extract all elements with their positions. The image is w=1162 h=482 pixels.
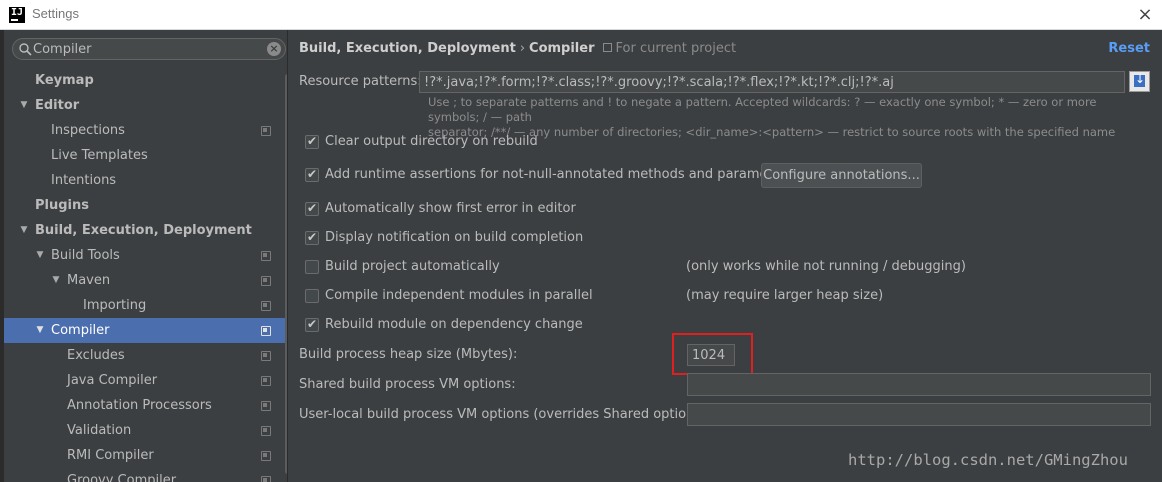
sidebar-item-label: Build, Execution, Deployment: [35, 223, 252, 238]
sidebar-item-label: Live Templates: [51, 148, 148, 163]
breadcrumb: Build, Execution, Deployment › Compiler For…: [299, 41, 736, 56]
sidebar-item-keymap[interactable]: Keymap: [4, 68, 287, 93]
resource-patterns-input[interactable]: [419, 71, 1125, 93]
project-scope-icon: [261, 351, 271, 361]
project-scope-icon: [261, 126, 271, 136]
sidebar-item-label: Annotation Processors: [67, 398, 212, 413]
project-scope-icon: [261, 376, 271, 386]
sidebar-item-intentions[interactable]: Intentions: [4, 168, 287, 193]
project-scope-icon: [261, 276, 271, 286]
sidebar-item-java-compiler[interactable]: Java Compiler: [4, 368, 287, 393]
sidebar-item-live-templates[interactable]: Live Templates: [4, 143, 287, 168]
checkbox-checked[interactable]: [305, 134, 319, 149]
scope-label: For current project: [615, 41, 737, 56]
sidebar-item-label: Inspections: [51, 123, 125, 138]
sidebar-item-label: Groovy Compiler: [67, 473, 177, 482]
option-label: Build project automatically: [325, 259, 500, 274]
checkbox-unchecked[interactable]: [305, 260, 319, 274]
sidebar-item-rmi-compiler[interactable]: RMI Compiler: [4, 443, 287, 468]
watermark: http://blog.csdn.net/GMingZhou: [848, 451, 1128, 469]
search-icon: [19, 43, 32, 56]
sidebar-item-label: Plugins: [35, 198, 89, 213]
project-scope-icon: [261, 301, 271, 311]
configure-annotations-button[interactable]: Configure annotations...: [761, 163, 922, 188]
sidebar-item-plugins[interactable]: Plugins: [4, 193, 287, 218]
expand-field-icon[interactable]: [1129, 71, 1150, 92]
sidebar-item-build-tools[interactable]: ▼ Build Tools: [4, 243, 287, 268]
option-label: Compile independent modules in parallel: [325, 288, 593, 303]
resource-patterns-label: Resource patterns:: [299, 74, 422, 89]
option-note: (may require larger heap size): [686, 288, 884, 303]
project-scope-icon: [261, 451, 271, 461]
settings-tree: Keymap ▼ Editor Inspections Live Templates In…: [4, 68, 287, 482]
expand-arrow-icon[interactable]: ▼: [34, 243, 46, 268]
search-box[interactable]: ×: [12, 38, 286, 60]
search-input[interactable]: [33, 40, 263, 58]
checkbox-checked[interactable]: [305, 201, 319, 216]
clear-search-icon[interactable]: ×: [267, 42, 281, 56]
option-label: Display notification on build completion: [325, 230, 584, 245]
sidebar-item-importing[interactable]: Importing: [4, 293, 287, 318]
sidebar-item-label: Compiler: [51, 323, 110, 338]
sidebar-item-label: Editor: [35, 98, 80, 113]
window-title: Settings: [32, 6, 79, 21]
compiler-settings-panel: Build, Execution, Deployment › Compiler For…: [288, 30, 1162, 482]
breadcrumb-current: Compiler: [529, 41, 595, 56]
reset-link[interactable]: Reset: [1108, 41, 1150, 56]
sidebar-item-label: Importing: [83, 298, 147, 313]
heap-size-label: Build process heap size (Mbytes):: [299, 347, 518, 362]
sidebar-item-editor[interactable]: ▼ Editor: [4, 93, 287, 118]
sidebar-item-groovy-compiler[interactable]: Groovy Compiler: [4, 468, 287, 482]
expand-arrow-icon[interactable]: ▼: [18, 93, 30, 118]
project-scope-icon: [261, 476, 271, 482]
title-bar: IJ Settings ×: [0, 0, 1162, 30]
checkbox-unchecked[interactable]: [305, 289, 319, 303]
sidebar-item-validation[interactable]: Validation: [4, 418, 287, 443]
settings-sidebar: × Keymap ▼ Editor Inspections Live Templates…: [4, 30, 290, 482]
user-vm-options-label: User-local build process VM options (ove…: [299, 407, 711, 422]
sidebar-item-label: Maven: [67, 273, 111, 288]
sidebar-item-build-execution-deployment[interactable]: ▼ Build, Execution, Deployment: [4, 218, 287, 243]
option-label: Automatically show first error in editor: [325, 201, 576, 216]
project-scope-icon: [261, 326, 271, 336]
project-scope-icon: [261, 251, 271, 261]
sidebar-item-label: Intentions: [51, 173, 117, 188]
option-label: Clear output directory on rebuild: [325, 134, 538, 149]
user-vm-options-input[interactable]: [687, 403, 1151, 426]
heap-size-input[interactable]: [687, 344, 735, 366]
project-scope-icon: [602, 43, 612, 52]
sidebar-item-label: Java Compiler: [67, 373, 158, 388]
sidebar-item-inspections[interactable]: Inspections: [4, 118, 287, 143]
checkbox-checked[interactable]: [305, 317, 319, 332]
sidebar-item-compiler[interactable]: ▼ Compiler: [4, 318, 287, 343]
expand-arrow-icon[interactable]: ▼: [34, 318, 46, 343]
sidebar-item-maven[interactable]: ▼ Maven: [4, 268, 287, 293]
project-scope-icon: [261, 426, 271, 436]
expand-arrow-icon[interactable]: ▼: [50, 268, 62, 293]
expand-arrow-icon[interactable]: ▼: [18, 218, 30, 243]
intellij-icon: IJ: [9, 7, 25, 23]
breadcrumb-parent: Build, Execution, Deployment: [299, 41, 516, 56]
hint-line-1: Use ; to separate patterns and ! to nega…: [428, 95, 1097, 124]
sidebar-item-label: Keymap: [35, 73, 94, 88]
project-scope-icon: [261, 401, 271, 411]
close-button[interactable]: ×: [1134, 4, 1156, 26]
option-label: Rebuild module on dependency change: [325, 317, 583, 332]
checkbox-checked[interactable]: [305, 230, 319, 245]
sidebar-item-label: RMI Compiler: [67, 448, 154, 463]
breadcrumb-separator: ›: [519, 41, 526, 56]
sidebar-item-excludes[interactable]: Excludes: [4, 343, 287, 368]
checkbox-checked[interactable]: [305, 167, 319, 182]
sidebar-item-label: Excludes: [67, 348, 125, 363]
shared-vm-options-input[interactable]: [687, 373, 1151, 396]
option-note: (only works while not running / debuggin…: [686, 259, 966, 274]
sidebar-item-annotation-processors[interactable]: Annotation Processors: [4, 393, 287, 418]
sidebar-item-label: Validation: [67, 423, 132, 438]
sidebar-item-label: Build Tools: [51, 248, 120, 263]
shared-vm-options-label: Shared build process VM options:: [299, 377, 516, 392]
option-label: Add runtime assertions for not-null-anno…: [325, 167, 793, 182]
